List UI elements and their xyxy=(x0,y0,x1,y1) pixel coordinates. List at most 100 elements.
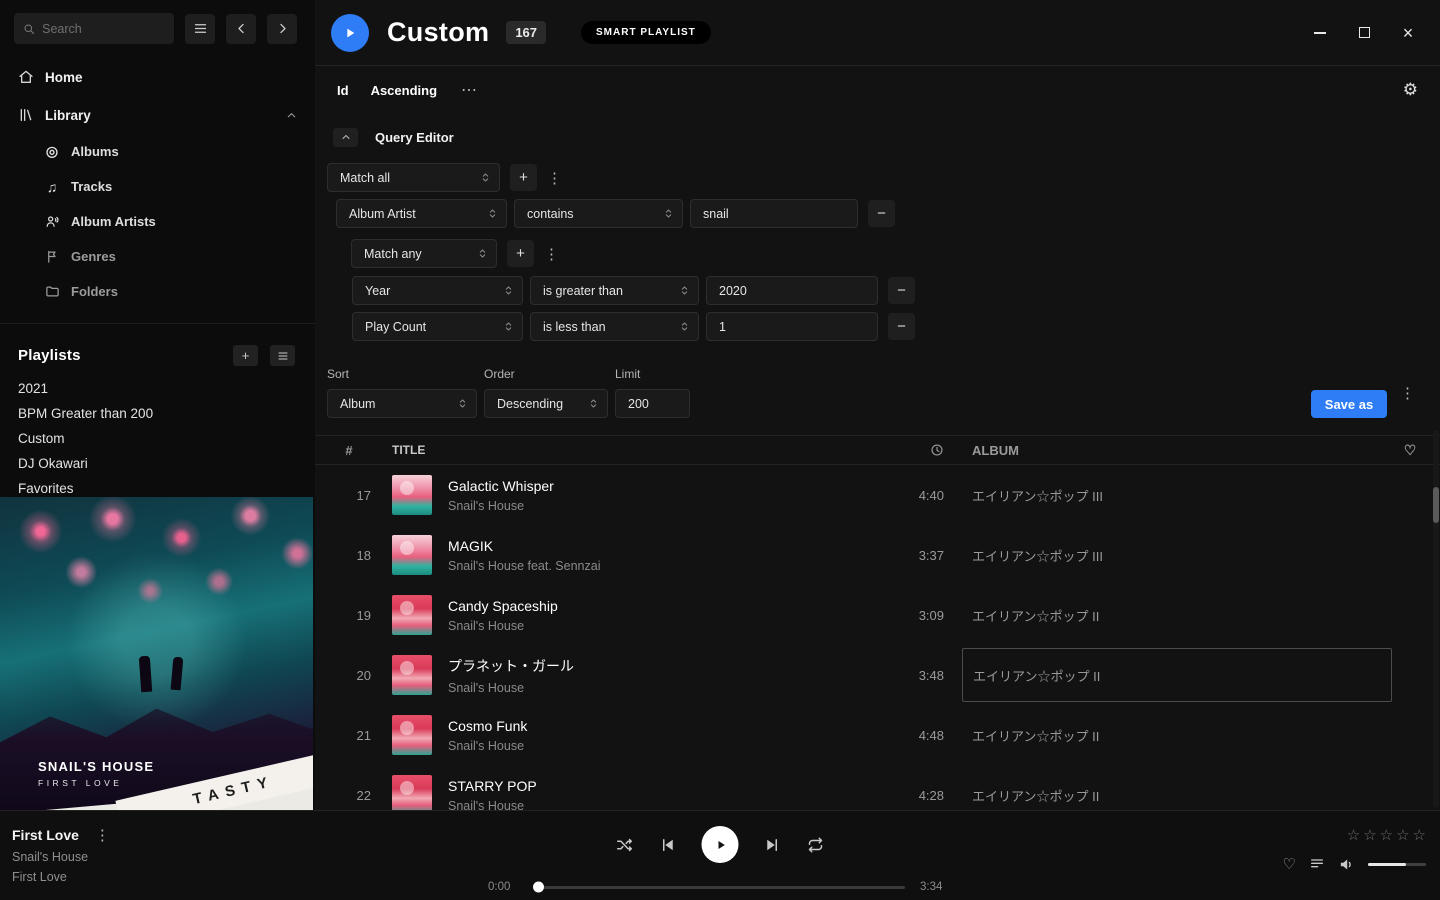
track-row[interactable]: 22 STARRY POP Snail's House 4:28 エイリアン☆ポ… xyxy=(315,765,1440,810)
volume-slider[interactable] xyxy=(1368,863,1426,866)
more-options-icon[interactable]: ⋯ xyxy=(461,80,477,100)
sort-select[interactable]: Album xyxy=(327,389,477,418)
track-title: STARRY POP xyxy=(448,778,864,794)
sidebar-item-album-artists[interactable]: Album Artists xyxy=(0,204,315,239)
column-header-index[interactable]: # xyxy=(327,443,371,458)
nav-back-button[interactable] xyxy=(226,14,256,44)
play-pause-button[interactable] xyxy=(702,826,739,863)
unfold-icon xyxy=(456,397,469,410)
kebab-icon: ⋮ xyxy=(544,246,559,263)
sidebar-item-folders[interactable]: Folders xyxy=(0,274,315,309)
track-album-focused-cell[interactable]: エイリアン☆ポップ II xyxy=(962,648,1392,702)
order-select[interactable]: Descending xyxy=(484,389,608,418)
group-menu-button[interactable]: ⋮ xyxy=(541,245,562,263)
clock-icon xyxy=(930,443,944,457)
playlist-item[interactable]: BPM Greater than 200 xyxy=(0,401,315,426)
root-match-select[interactable]: Match all xyxy=(327,163,500,192)
rule-field-select[interactable]: Album Artist xyxy=(336,199,507,228)
volume-button[interactable] xyxy=(1338,856,1355,873)
track-art xyxy=(392,775,432,810)
rule-field-select[interactable]: Year xyxy=(352,276,523,305)
rule-value-input[interactable] xyxy=(706,276,878,305)
queue-button[interactable] xyxy=(1309,856,1325,872)
sort-label: Sort xyxy=(327,367,477,381)
remove-rule-button[interactable]: − xyxy=(888,277,915,304)
column-header-duration[interactable] xyxy=(864,443,944,457)
track-row[interactable]: 21 Cosmo Funk Snail's House 4:48 エイリアン☆ポ… xyxy=(315,705,1440,765)
sidebar-item-tracks[interactable]: ♫ Tracks xyxy=(0,169,315,204)
previous-button[interactable] xyxy=(659,836,677,854)
shuffle-button[interactable] xyxy=(616,836,634,854)
rule-field-select[interactable]: Play Count xyxy=(352,312,523,341)
rule-row: Year is greater than − xyxy=(352,276,1418,305)
limit-input[interactable] xyxy=(615,389,690,418)
close-icon: × xyxy=(1403,24,1414,42)
rule-operator-select[interactable]: is less than xyxy=(530,312,699,341)
star-icon[interactable]: ☆ xyxy=(1347,826,1360,844)
folder-icon xyxy=(44,284,60,299)
star-icon[interactable]: ☆ xyxy=(1396,826,1409,844)
add-group-rule-button[interactable]: + xyxy=(507,240,534,267)
sort-direction-chip[interactable]: Ascending xyxy=(371,83,437,98)
search-box[interactable] xyxy=(14,13,174,44)
track-album: エイリアン☆ポップ III xyxy=(962,525,1392,585)
column-header-favorite[interactable]: ♡ xyxy=(1392,442,1428,459)
column-header-album[interactable]: ALBUM xyxy=(962,436,1392,464)
save-as-button[interactable]: Save as xyxy=(1311,390,1387,418)
rule-value-input[interactable] xyxy=(706,312,878,341)
rule-value-input[interactable] xyxy=(690,199,858,228)
favorite-button[interactable]: ♡ xyxy=(1283,855,1296,873)
window-maximize-button[interactable] xyxy=(1342,13,1386,53)
now-playing-menu-button[interactable]: ⋮ xyxy=(92,826,113,844)
remove-rule-button[interactable]: − xyxy=(888,313,915,340)
menu-button[interactable] xyxy=(185,14,215,44)
nav-forward-button[interactable] xyxy=(267,14,297,44)
rule-operator-select[interactable]: is greater than xyxy=(530,276,699,305)
add-rule-button[interactable]: + xyxy=(510,164,537,191)
queue-icon xyxy=(1309,856,1325,872)
window-minimize-button[interactable] xyxy=(1298,13,1342,53)
sidebar-item-genres[interactable]: Genres xyxy=(0,239,315,274)
remove-rule-button[interactable]: − xyxy=(868,200,895,227)
sidebar-item-home[interactable]: Home xyxy=(0,58,315,96)
star-icon[interactable]: ☆ xyxy=(1413,826,1426,844)
seek-handle[interactable] xyxy=(533,882,544,893)
query-editor-collapse-button[interactable] xyxy=(333,128,358,147)
save-menu-button[interactable]: ⋮ xyxy=(1397,384,1418,402)
rule-operator-select[interactable]: contains xyxy=(514,199,683,228)
next-button[interactable] xyxy=(764,836,782,854)
track-row[interactable]: 19 Candy Spaceship Snail's House 3:09 エイ… xyxy=(315,585,1440,645)
now-playing-cover-art[interactable]: TASTY SNAIL'S HOUSE FIRST LOVE xyxy=(0,497,313,810)
playlist-list-button[interactable] xyxy=(270,345,295,366)
playlist-item[interactable]: Custom xyxy=(0,426,315,451)
column-header-title[interactable]: TITLE xyxy=(392,443,864,457)
star-icon[interactable]: ☆ xyxy=(1363,826,1376,844)
progress-section: 0:00 3:34 xyxy=(488,881,952,893)
playlist-play-button[interactable] xyxy=(331,14,369,52)
star-icon[interactable]: ☆ xyxy=(1380,826,1393,844)
sidebar-item-library[interactable]: Library xyxy=(0,96,315,134)
add-playlist-button[interactable]: + xyxy=(233,345,258,366)
sort-field-chip[interactable]: Id xyxy=(337,83,349,98)
track-row[interactable]: 17 Galactic Whisper Snail's House 4:40 エ… xyxy=(315,465,1440,525)
playlist-item[interactable]: DJ Okawari xyxy=(0,451,315,476)
track-album: エイリアン☆ポップ II xyxy=(962,705,1392,765)
window-close-button[interactable]: × xyxy=(1386,13,1430,53)
playlists-section: Playlists + 2021 BPM Greater than 200 Cu… xyxy=(0,323,315,501)
cover-artist-label: SNAIL'S HOUSE xyxy=(38,759,154,774)
sidebar-item-albums[interactable]: ◎ Albums xyxy=(0,134,315,169)
repeat-button[interactable] xyxy=(807,836,825,854)
unfold-icon xyxy=(678,320,691,333)
chevron-up-icon[interactable] xyxy=(285,109,298,122)
track-row[interactable]: 18 MAGIK Snail's House feat. Sennzai 3:3… xyxy=(315,525,1440,585)
settings-gear-button[interactable]: ⚙ xyxy=(1403,80,1418,100)
track-row[interactable]: 20 プラネット・ガール Snail's House 3:48 エイリアン☆ポッ… xyxy=(315,645,1440,705)
scrollbar-thumb[interactable] xyxy=(1433,487,1439,523)
search-input[interactable] xyxy=(42,22,165,36)
seek-bar[interactable] xyxy=(535,886,905,889)
rule-group-menu-button[interactable]: ⋮ xyxy=(544,169,565,187)
group-match-select[interactable]: Match any xyxy=(351,239,497,268)
playlist-item[interactable]: 2021 xyxy=(0,376,315,401)
track-art xyxy=(392,475,432,515)
minimize-icon xyxy=(1314,32,1326,34)
